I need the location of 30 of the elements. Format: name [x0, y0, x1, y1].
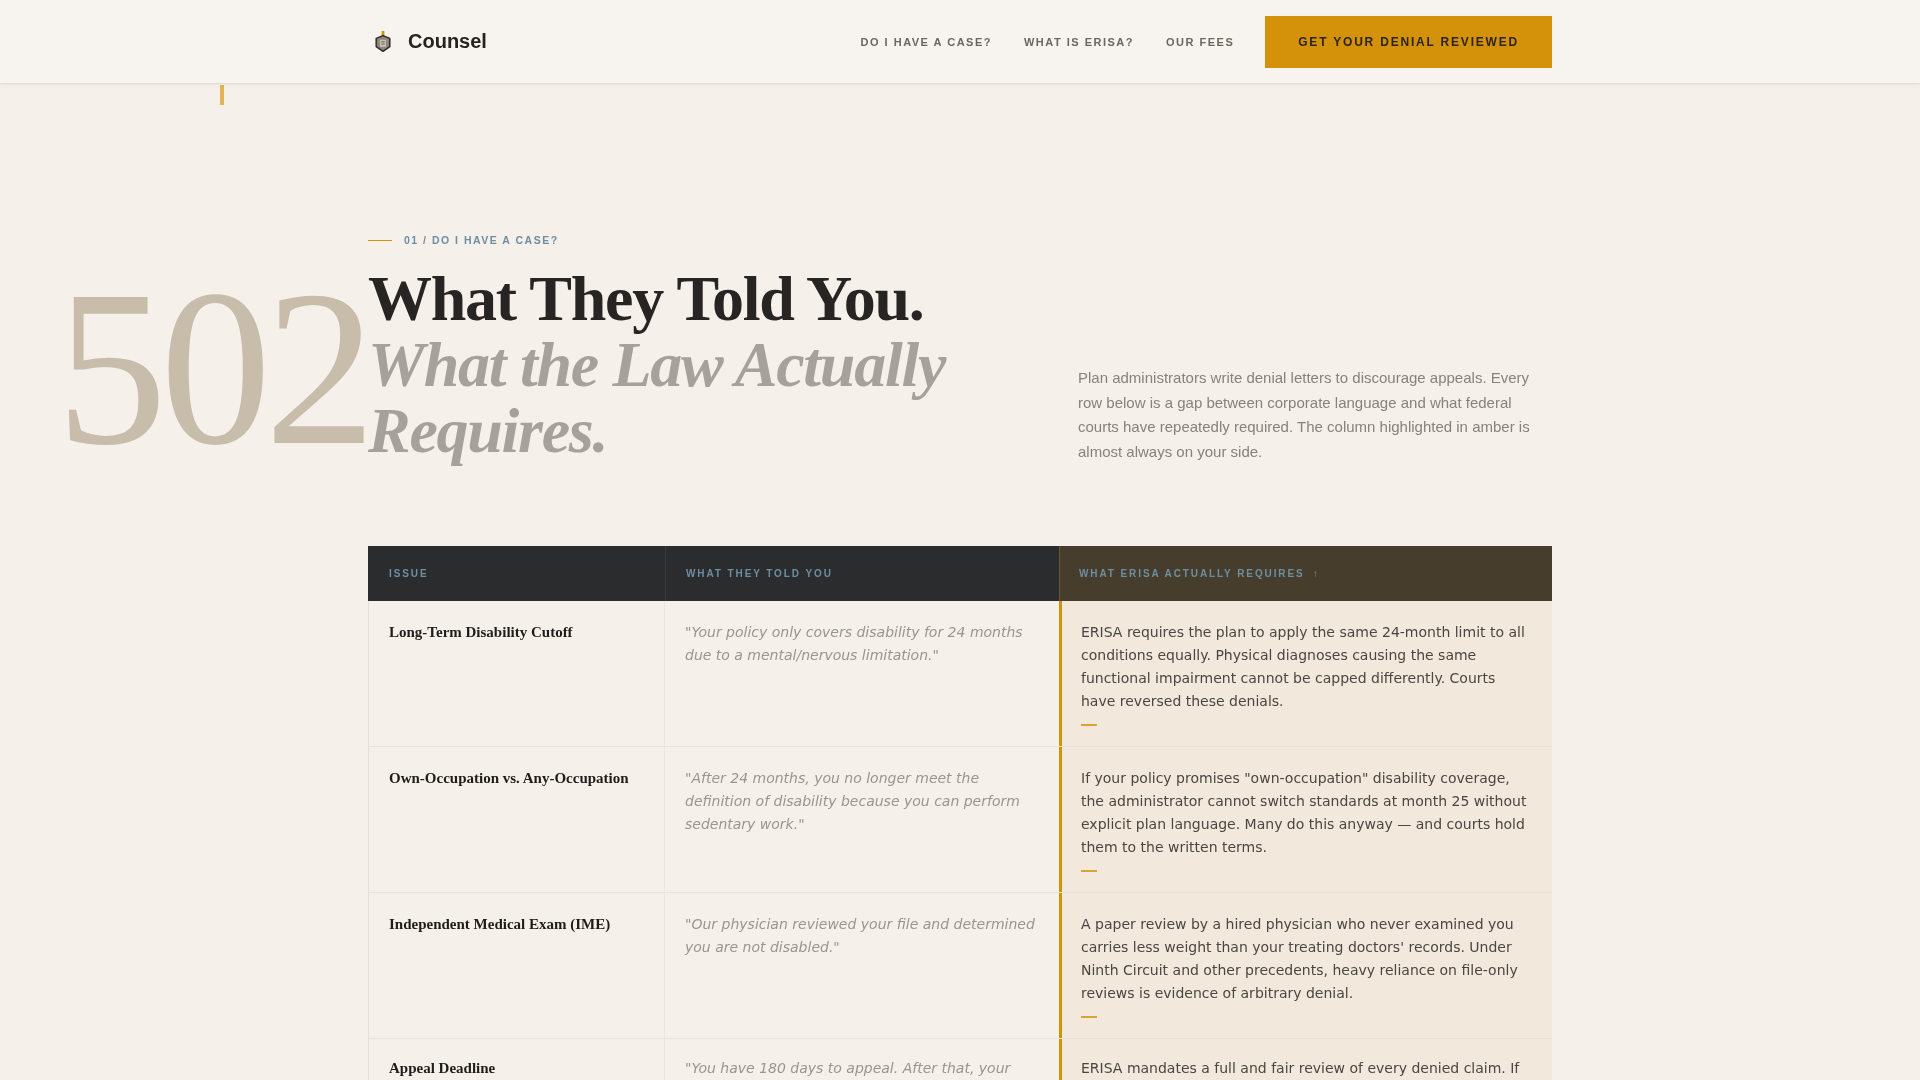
denial-quote: "You have 180 days to appeal. After that, your: [685, 1059, 1012, 1078]
review-button[interactable]: GET YOUR DENIAL REVIEWED: [1265, 15, 1552, 68]
nav-link[interactable]: OUR FEES: [1166, 35, 1235, 48]
requirement-text: ERISA mandates a full and fair review of every denied claim. If: [1081, 1059, 1521, 1078]
requirement-text: ERISA requires the plan to apply the same 24-month limit to all conditions equally. Physical diagnoses causing the same functional impairment cannot be capped differently. Courts have reversed these denials.: [1081, 623, 1526, 711]
issue-title: Appeal Deadline: [389, 1059, 497, 1078]
heading-title: What They Told You.: [368, 266, 925, 332]
nav-link[interactable]: DO I HAVE A CASE?: [860, 35, 992, 48]
eyebrow-rule: [368, 239, 392, 241]
section-label: 01 / DO I HAVE A CASE?: [404, 233, 559, 247]
intro-paragraph: Plan administrators write denial letters to discourage appeals. Every row below is a gap between corporate language and what federal courts have repeatedly required. The column highlighted in amber is almost always on your side.: [1078, 368, 1531, 462]
issue-title: Long-Term Disability Cutoff: [389, 623, 574, 642]
shield-icon: [375, 31, 391, 52]
dash-icon: [1081, 724, 1097, 726]
denial-quote: "Our physician reviewed your file and determined you are not disabled.": [685, 915, 1036, 957]
issue-title: Own-Occupation vs. Any-Occupation: [389, 769, 630, 788]
logo-link[interactable]: Counsel: [375, 30, 487, 53]
dash-icon: [1081, 870, 1097, 872]
nav-link[interactable]: WHAT IS ERISA?: [1023, 35, 1134, 48]
arrow-icon: ↑: [1312, 567, 1318, 580]
issue-title: Independent Medical Exam (IME): [389, 915, 612, 934]
requirement-text: If your policy promises "own-occupation" disability coverage, the administrator cannot switch standards at month 25 without explicit plan language. Many do this anyway — and courts hold them to the written terms.: [1081, 769, 1528, 857]
accent-bar: [220, 85, 224, 105]
column-label: WHAT THEY TOLD YOU: [686, 568, 833, 579]
column-label: ISSUE: [389, 568, 429, 579]
denial-quote: "After 24 months, you no longer meet the definition of disability because you can perform sedentary work.": [685, 769, 1021, 834]
dash-icon: [1081, 1016, 1097, 1018]
column-label: WHAT ERISA ACTUALLY REQUIRES: [1079, 568, 1305, 579]
requirement-text: A paper review by a hired physician who never examined you carries less weight than your treating doctors' records. Under Ninth Circuit and other precedents, heavy reliance on file-only reviews is evidence of arbitrary denial.: [1081, 915, 1519, 1003]
denial-quote: "Your policy only covers disability for 24 months due to a mental/nervous limitation.": [685, 623, 1024, 665]
